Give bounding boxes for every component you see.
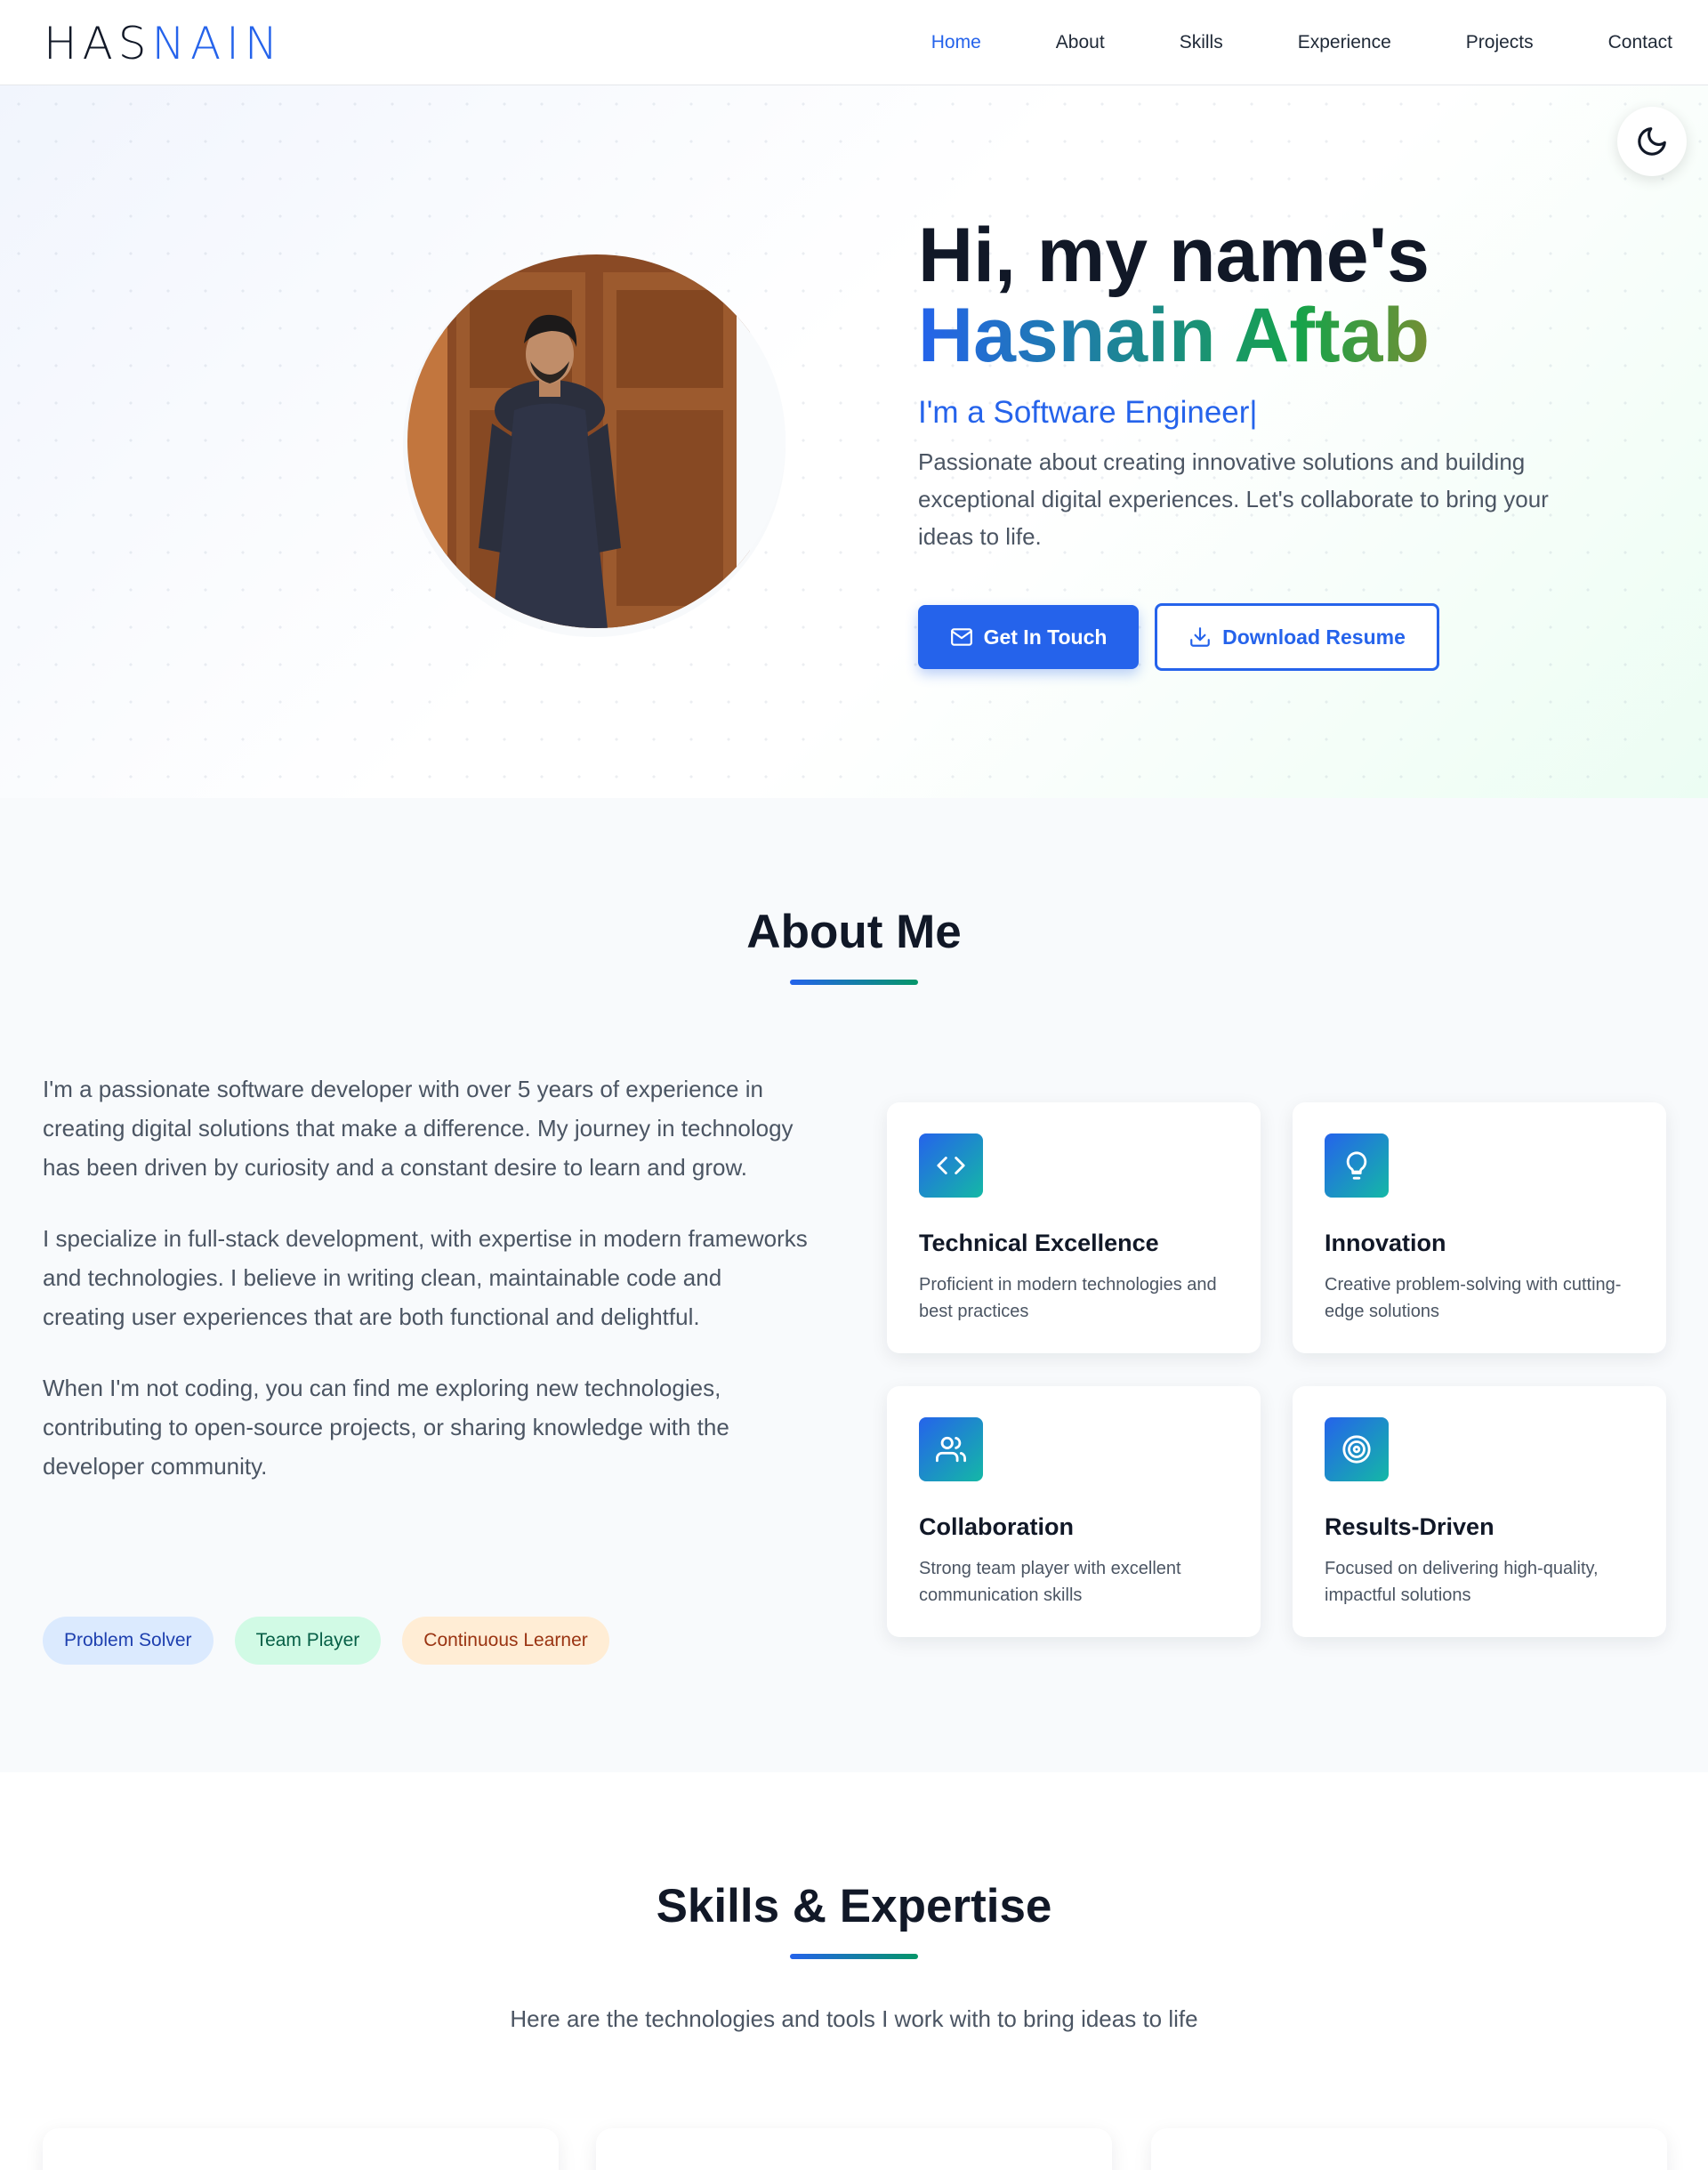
- about-paragraph-2: I specialize in full-stack development, …: [43, 1225, 808, 1330]
- skills-subtitle: Here are the technologies and tools I wo…: [510, 2005, 1198, 2032]
- nav-link-skills[interactable]: Skills: [1180, 32, 1223, 53]
- target-icon: [1342, 1435, 1371, 1464]
- skills-title-underline: [790, 1954, 918, 1959]
- card-description: Creative problem-solving with cutting-ed…: [1325, 1275, 1622, 1321]
- get-in-touch-label: Get In Touch: [983, 625, 1108, 649]
- code-icon: [937, 1157, 965, 1174]
- hero-greeting: Hi, my name's: [918, 213, 1430, 298]
- logo-part-1: HAS: [44, 18, 152, 69]
- card-innovation: Innovation Creative problem-solving with…: [1293, 1102, 1666, 1353]
- nav-link-contact[interactable]: Contact: [1608, 32, 1672, 53]
- skill-card: [596, 2128, 1112, 2170]
- skill-card: [43, 2128, 559, 2170]
- pill-team-player: Team Player: [234, 1617, 382, 1665]
- get-in-touch-button[interactable]: Get In Touch: [918, 605, 1139, 669]
- theme-toggle-button[interactable]: [1617, 107, 1687, 176]
- about-paragraph-1: I'm a passionate software developer with…: [43, 1076, 794, 1181]
- download-icon: [1190, 627, 1210, 647]
- trait-pills: Problem Solver Team Player Continuous Le…: [43, 1617, 631, 1665]
- users-icon: [936, 1436, 966, 1463]
- card-title: Innovation: [1325, 1230, 1446, 1256]
- profile-photo: [407, 254, 786, 628]
- hero-tagline: Passionate about creating innovative sol…: [918, 448, 1549, 550]
- card-title: Collaboration: [919, 1513, 1074, 1540]
- about-title: About Me: [746, 906, 962, 958]
- hero-text: Hi, my name's Hasnain Aftab I'm a Softwa…: [918, 215, 1612, 555]
- nav-links: Home About Skills Experience Projects Co…: [857, 0, 1672, 85]
- hero-section: Hi, my name's Hasnain Aftab I'm a Softwa…: [0, 85, 1708, 798]
- nav-link-projects[interactable]: Projects: [1466, 32, 1534, 53]
- download-resume-label: Download Resume: [1222, 625, 1406, 649]
- top-navbar: HASNAIN Home About Skills Experience Pro…: [0, 0, 1708, 85]
- nav-link-about[interactable]: About: [1056, 32, 1105, 53]
- card-results-driven: Results-Driven Focused on delivering hig…: [1293, 1386, 1666, 1637]
- card-collaboration: Collaboration Strong team player with ex…: [887, 1386, 1261, 1637]
- card-title: Technical Excellence: [919, 1230, 1159, 1256]
- card-description: Strong team player with excellent commun…: [919, 1559, 1181, 1605]
- nav-link-home[interactable]: Home: [931, 32, 981, 53]
- card-icon-box: [1325, 1417, 1389, 1481]
- card-technical-excellence: Technical Excellence Proficient in moder…: [887, 1102, 1261, 1353]
- logo-part-2: NAIN: [151, 18, 284, 69]
- card-icon-box: [919, 1417, 983, 1481]
- site-logo[interactable]: HASNAIN: [44, 20, 283, 68]
- pill-problem-solver: Problem Solver: [43, 1617, 214, 1665]
- about-title-underline: [790, 980, 918, 985]
- skills-title: Skills & Expertise: [656, 1880, 1052, 1932]
- hero-role: I'm a Software Engineer|: [918, 395, 1258, 430]
- mail-icon: [950, 628, 972, 646]
- about-paragraph-3: When I'm not coding, you can find me exp…: [43, 1375, 729, 1480]
- about-text: I'm a passionate software developer with…: [43, 1069, 808, 1518]
- download-resume-button[interactable]: Download Resume: [1155, 603, 1439, 671]
- card-icon-box: [1325, 1133, 1389, 1198]
- skills-section: Skills & Expertise Here are the technolo…: [0, 1772, 1708, 2170]
- card-icon-box: [919, 1133, 983, 1198]
- card-description: Proficient in modern technologies and be…: [919, 1275, 1217, 1321]
- hero-buttons: Get In Touch Download Resume: [918, 603, 1439, 671]
- about-section: About Me I'm a passionate software devel…: [0, 798, 1708, 1772]
- pill-continuous-learner: Continuous Learner: [402, 1617, 609, 1665]
- card-description: Focused on delivering high-quality, impa…: [1325, 1559, 1599, 1605]
- skill-card: [1151, 2128, 1667, 2170]
- moon-icon: [1638, 127, 1666, 156]
- hero-name: Hasnain Aftab: [918, 295, 1612, 375]
- lightbulb-icon: [1346, 1151, 1367, 1180]
- card-title: Results-Driven: [1325, 1513, 1494, 1540]
- nav-link-experience[interactable]: Experience: [1298, 32, 1391, 53]
